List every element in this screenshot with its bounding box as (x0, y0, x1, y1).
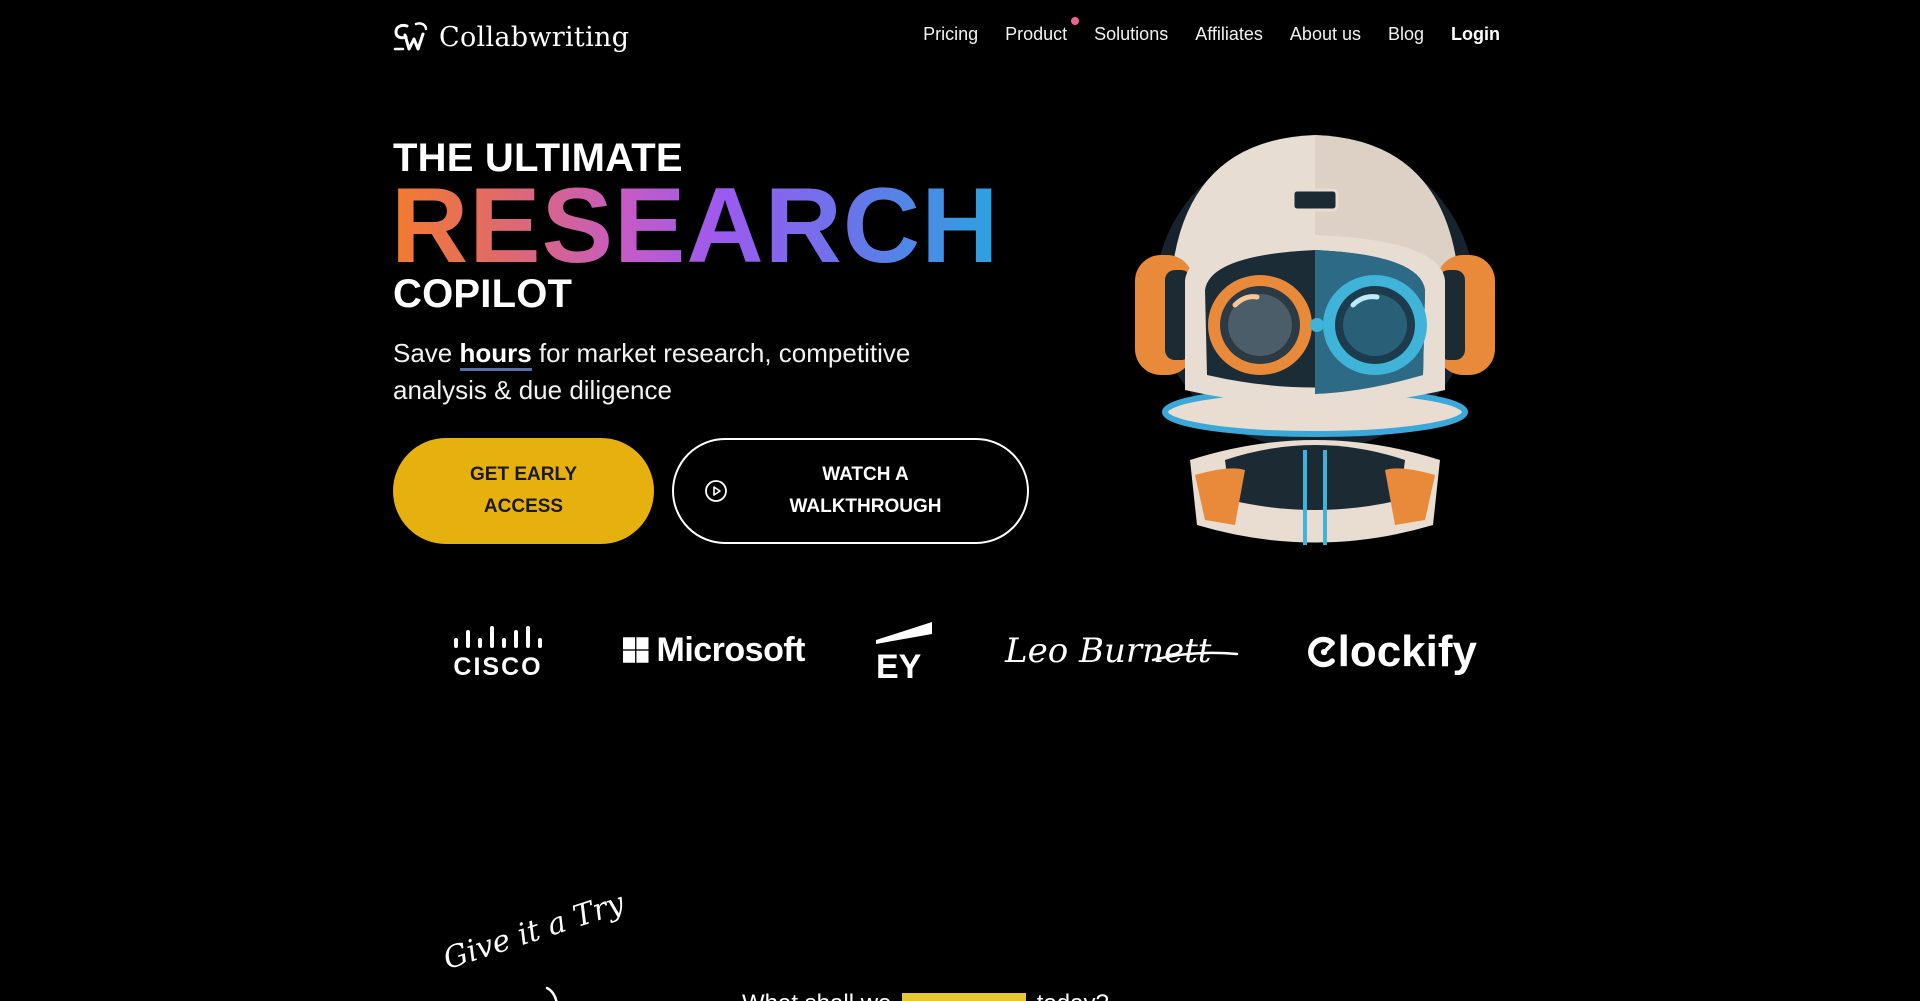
nav-product-label: Product (1005, 24, 1068, 44)
subtitle-before: Save (393, 338, 460, 368)
get-early-access-button[interactable]: GET EARLY ACCESS (393, 438, 654, 544)
secondary-button-line-1: WATCH A (822, 464, 909, 485)
clockify-c-icon (1308, 636, 1335, 668)
cw-logo-icon (393, 22, 428, 51)
brand-name: Collabwriting (439, 21, 630, 53)
landing-page: Collabwriting Pricing Product Solutions … (0, 0, 1920, 1001)
cisco-logo: CISCO (453, 626, 542, 680)
handwritten-arrow-icon (545, 986, 558, 1001)
microsoft-logo: Microsoft (623, 620, 805, 680)
bottom-prompt-highlight (902, 993, 1027, 1001)
get-early-access-label: GET EARLY ACCESS (449, 459, 599, 523)
nav-login[interactable]: Login (1451, 24, 1500, 45)
primary-button-line-2: ACCESS (483, 496, 564, 517)
microsoft-text: Microsoft (656, 630, 806, 669)
nav-affiliates[interactable]: Affiliates (1195, 24, 1263, 45)
clockify-text: lockify (1337, 627, 1477, 676)
nav-product[interactable]: Product (1005, 17, 1080, 45)
ey-logo: EY (876, 622, 932, 680)
secondary-button-line-2: WALKTHROUGH (789, 496, 942, 517)
bottom-prompt-line: What shall we today? (742, 990, 1109, 1001)
primary-button-line-1: GET EARLY (470, 464, 577, 485)
bottom-prompt-after: today? (1037, 990, 1109, 1001)
hero-subtitle: Save hours for market research, competit… (393, 335, 993, 409)
bottom-prompt-before: What shall we (742, 990, 891, 1001)
leo-burnett-logo: Leo Burnett (1004, 631, 1239, 671)
watch-walkthrough-button[interactable]: WATCH A WALKTHROUGH (672, 438, 1029, 544)
ey-text: EY (876, 648, 922, 680)
hero-headline: RESEARCH (391, 165, 1000, 285)
nav-blog[interactable]: Blog (1388, 24, 1424, 45)
brand-link[interactable]: Collabwriting (393, 20, 629, 54)
play-circle-icon (705, 480, 727, 502)
new-badge-dot (1071, 17, 1080, 25)
nav-about-us[interactable]: About us (1290, 24, 1361, 45)
cisco-text: CISCO (453, 653, 542, 680)
nav-pricing[interactable]: Pricing (923, 24, 978, 45)
microsoft-windows-icon (623, 637, 649, 663)
subtitle-highlight: hours (459, 338, 532, 371)
nav-links: Pricing Product Solutions Affiliates Abo… (923, 17, 1500, 45)
hero-line-3: COPILOT (393, 272, 573, 316)
top-navigation: Collabwriting Pricing Product Solutions … (393, 0, 1500, 72)
nav-solutions[interactable]: Solutions (1094, 24, 1168, 45)
leo-burnett-text: Leo Burnett (1004, 631, 1212, 671)
clockify-logo: lockify (1307, 622, 1477, 682)
give-it-a-try-handwritten: Give it a Try (439, 885, 629, 977)
astronaut-robot-illustration (1135, 135, 1495, 545)
